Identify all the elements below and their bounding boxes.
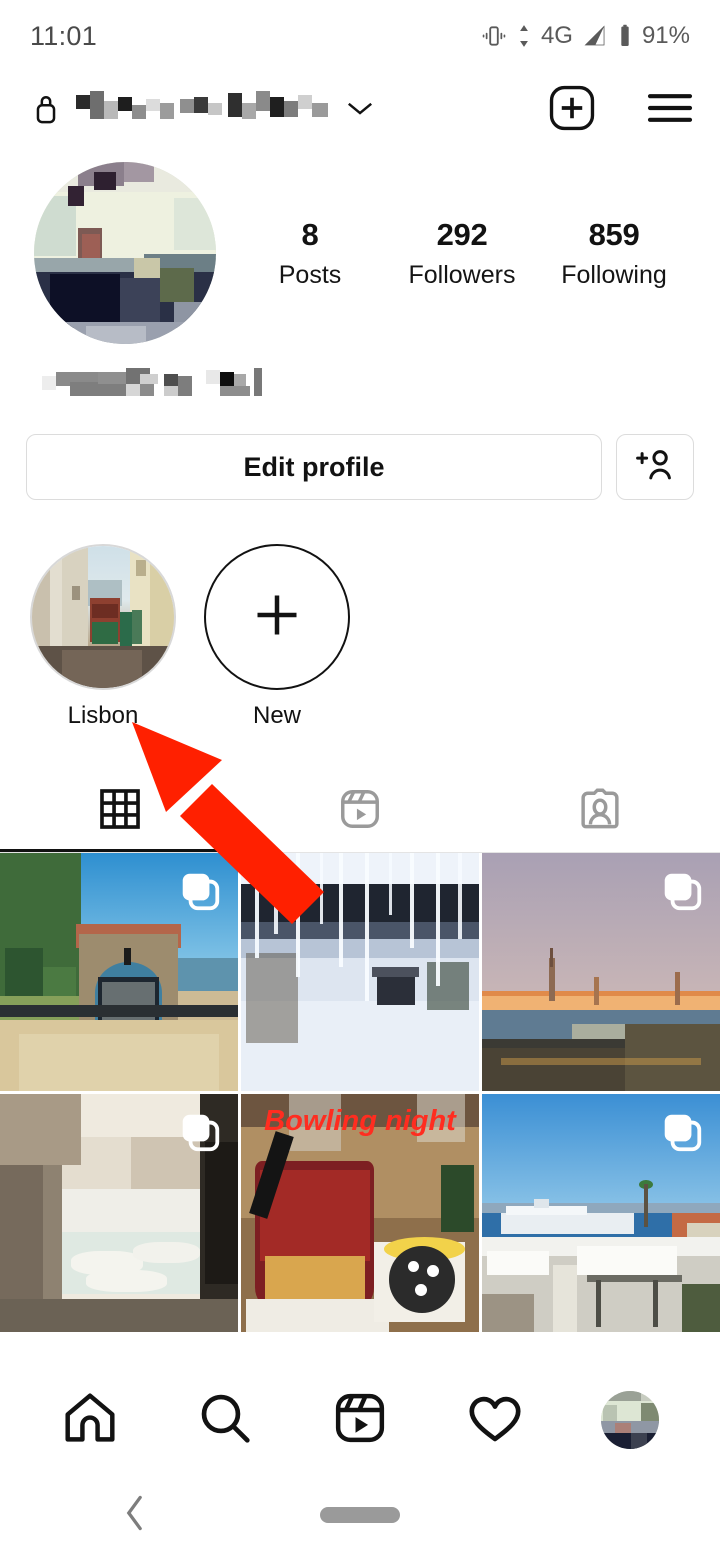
stat-following[interactable]: 859 Following [554, 216, 674, 290]
profile-stats: 8 Posts 292 Followers 859 Following [216, 216, 690, 290]
chevron-down-icon[interactable] [346, 99, 374, 122]
profile-action-buttons: Edit profile [0, 398, 720, 500]
post-overlay-text: Bowling night [264, 1104, 456, 1137]
carousel-icon [178, 1110, 222, 1159]
back-chevron-icon[interactable] [122, 1494, 148, 1537]
post-grid: Bowling night [0, 853, 720, 1332]
nav-profile-avatar[interactable] [601, 1391, 660, 1449]
data-transfer-icon [516, 23, 532, 49]
stat-followers-label: Followers [408, 260, 516, 289]
highlight-lisbon-label: Lisbon [67, 702, 139, 729]
nav-activity[interactable] [466, 1389, 524, 1452]
stat-following-label: Following [561, 260, 667, 289]
plus-box-icon[interactable] [548, 84, 596, 137]
carousel-icon [178, 869, 222, 918]
stat-posts-value: 8 [301, 217, 319, 253]
hamburger-menu-icon[interactable] [646, 88, 694, 133]
highlight-lisbon[interactable]: Lisbon [30, 544, 176, 730]
grid-post-5[interactable]: Bowling night [241, 1094, 479, 1332]
status-indicators: 4G 91% [481, 22, 690, 50]
signal-icon [582, 23, 608, 49]
grid-post-4[interactable] [0, 1094, 238, 1332]
grid-post-3[interactable] [482, 853, 720, 1091]
home-pill-indicator[interactable] [320, 1507, 400, 1523]
tagged-icon [577, 786, 623, 837]
highlight-lisbon-thumb[interactable] [30, 544, 176, 690]
stat-followers-value: 292 [436, 217, 488, 253]
lock-icon [30, 90, 62, 131]
plus-icon [247, 585, 307, 650]
android-navigation-bar [0, 1470, 720, 1560]
highlight-new-label: New [252, 702, 301, 729]
display-name-redacted [42, 368, 262, 398]
nav-reels[interactable] [331, 1389, 389, 1452]
username-redacted[interactable] [76, 91, 328, 129]
profile-tabs [0, 770, 720, 852]
highlight-new[interactable]: New [204, 544, 350, 730]
bottom-navigation [0, 1370, 720, 1470]
grid-post-1[interactable] [0, 853, 238, 1091]
tab-tagged[interactable] [480, 770, 720, 852]
nav-search[interactable] [196, 1389, 254, 1452]
tab-grid[interactable] [0, 770, 240, 852]
edit-profile-button[interactable]: Edit profile [26, 434, 602, 500]
stat-following-value: 859 [588, 217, 640, 253]
profile-top-bar [0, 72, 720, 148]
carousel-icon [660, 869, 704, 918]
add-person-button[interactable] [616, 434, 694, 500]
status-bar: 11:01 4G 91% [0, 0, 720, 72]
stat-posts-label: Posts [278, 260, 342, 289]
add-highlight-button[interactable] [204, 544, 350, 690]
avatar[interactable] [34, 162, 216, 344]
story-highlights: Lisbon New [0, 500, 720, 730]
add-person-icon [635, 447, 675, 488]
instagram-profile-screen: 11:01 4G 91% 8 Posts 292 Followers 859 F… [0, 0, 720, 1560]
grid-icon [97, 786, 143, 837]
grid-post-6[interactable] [482, 1094, 720, 1332]
vibrate-icon [481, 23, 507, 49]
status-time: 11:01 [30, 20, 98, 51]
stat-followers[interactable]: 292 Followers [402, 216, 522, 290]
battery-icon [617, 23, 633, 49]
tab-grid-underline [0, 849, 240, 852]
grid-post-2[interactable] [241, 853, 479, 1091]
reels-icon [337, 786, 383, 837]
lisbon-thumb-art [32, 546, 174, 688]
battery-percent-label: 91% [641, 22, 690, 49]
carousel-icon [660, 1110, 704, 1159]
network-type-label: 4G [540, 22, 573, 49]
nav-home[interactable] [61, 1389, 119, 1452]
profile-summary: 8 Posts 292 Followers 859 Following [0, 148, 720, 344]
stat-posts[interactable]: 8 Posts [250, 216, 370, 290]
tab-reels[interactable] [240, 770, 480, 852]
